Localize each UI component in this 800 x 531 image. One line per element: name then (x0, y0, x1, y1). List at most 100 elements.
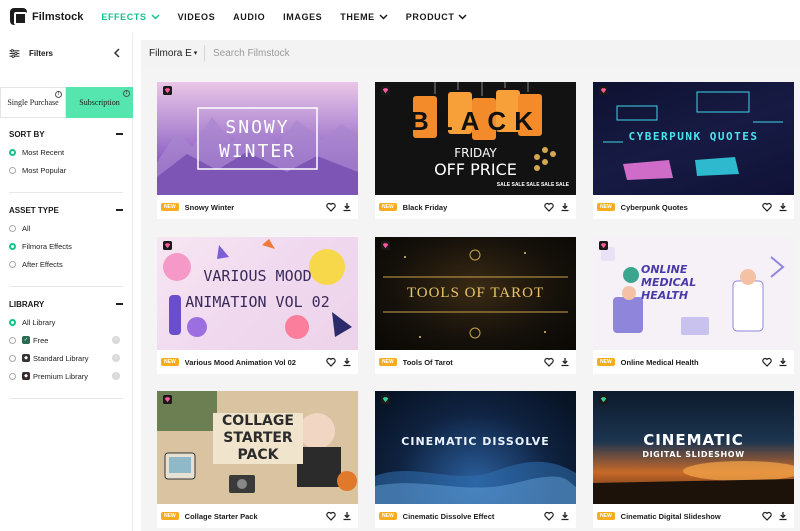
collapse-minus-icon[interactable] (116, 303, 123, 305)
card-title[interactable]: Snowy Winter (185, 203, 320, 212)
sort-by-header[interactable]: SORT BY (9, 127, 123, 141)
card-title[interactable]: Cinematic Dissolve Effect (403, 512, 538, 521)
subscription-button[interactable]: Subscription ! (66, 87, 133, 118)
radio-unselected[interactable] (9, 166, 16, 174)
chevron-down-icon (151, 13, 160, 20)
asset-type-header[interactable]: ASSET TYPE (9, 203, 123, 217)
logo[interactable]: Filmstock (10, 8, 83, 25)
radio-selected[interactable] (9, 148, 16, 156)
heart-icon[interactable] (544, 202, 554, 212)
card-title[interactable]: Various Mood Animation Vol 02 (185, 358, 320, 367)
asset-all[interactable]: All (9, 219, 123, 237)
heart-icon[interactable] (326, 202, 336, 212)
download-icon[interactable] (560, 357, 570, 367)
collapse-chevron-left-icon[interactable] (113, 48, 120, 58)
asset-card-snowy-winter[interactable]: SNOWY WINTER NEW Snowy Winter (157, 82, 358, 219)
thumbnail[interactable]: SNOWY WINTER (157, 82, 358, 195)
download-icon[interactable] (778, 357, 788, 367)
thumb-title-line: CYBERPUNK QUOTES (628, 130, 759, 143)
card-title[interactable]: Black Friday (403, 203, 538, 212)
info-icon[interactable]: i (112, 372, 120, 380)
heart-icon[interactable] (544, 357, 554, 367)
asset-after-effects[interactable]: After Effects (9, 255, 123, 273)
download-icon[interactable] (342, 511, 352, 521)
premium-gem-icon (599, 86, 608, 95)
library-standard[interactable]: ◆ Standard Library i (9, 349, 123, 367)
card-title[interactable]: Cyberpunk Quotes (621, 203, 756, 212)
radio-unselected[interactable] (9, 372, 16, 380)
logo-text: Filmstock (32, 10, 84, 23)
library-header[interactable]: LIBRARY (9, 297, 123, 311)
radio-unselected[interactable] (9, 224, 16, 232)
heart-icon[interactable] (326, 511, 336, 521)
asset-card-online-medical-health[interactable]: ONLINE MEDICAL HEALTH NEW Online Medical… (593, 237, 794, 374)
search-input[interactable]: Search Filmstock (213, 48, 290, 59)
thumbnail[interactable]: CINEMATIC DISSOLVE (375, 391, 576, 504)
radio-selected[interactable] (9, 318, 16, 326)
heart-icon[interactable] (762, 511, 772, 521)
info-icon[interactable]: ! (55, 91, 62, 98)
asset-card-cyberpunk-quotes[interactable]: CYBERPUNK QUOTES NEW Cyberpunk Quotes (593, 82, 794, 219)
new-badge: NEW (597, 203, 615, 211)
radio-selected[interactable] (9, 242, 16, 250)
nav-theme[interactable]: THEME (340, 12, 388, 22)
collapse-minus-icon[interactable] (116, 209, 123, 211)
card-footer: NEW Cyberpunk Quotes (593, 195, 794, 219)
asset-card-tools-of-tarot[interactable]: TOOLS OF TAROT NEW Tools Of Tarot (375, 237, 576, 374)
asset-card-collage-starter-pack[interactable]: COLLAGE STARTER PACK NEW Collage Starter… (157, 391, 358, 528)
radio-unselected[interactable] (9, 336, 16, 344)
asset-card-various-mood[interactable]: VARIOUS MOOD ANIMATION VOL 02 NEW Variou… (157, 237, 358, 374)
heart-icon[interactable] (326, 357, 336, 367)
asset-card-cinematic-digital-slideshow[interactable]: CINEMATIC DIGITAL SLIDESHOW NEW Cinemati… (593, 391, 794, 528)
thumbnail[interactable]: COLLAGE STARTER PACK (157, 391, 358, 504)
search-scope-dropdown[interactable]: Filmora E ▾ (141, 45, 205, 61)
option-label: Free (33, 335, 49, 345)
sort-most-popular[interactable]: Most Popular (9, 161, 123, 179)
download-icon[interactable] (342, 357, 352, 367)
download-icon[interactable] (560, 511, 570, 521)
nav-effects[interactable]: EFFECTS (101, 12, 160, 22)
heart-icon[interactable] (544, 511, 554, 521)
thumbnail[interactable]: VARIOUS MOOD ANIMATION VOL 02 (157, 237, 358, 350)
sort-most-recent[interactable]: Most Recent (9, 143, 123, 161)
premium-gem-icon (381, 241, 390, 250)
heart-icon[interactable] (762, 357, 772, 367)
nav-theme-label: THEME (340, 11, 375, 22)
library-free[interactable]: ✓ Free i (9, 331, 123, 349)
radio-unselected[interactable] (9, 354, 16, 362)
nav-images[interactable]: IMAGES (283, 12, 322, 22)
card-title[interactable]: Cinematic Digital Slideshow (621, 512, 756, 521)
asset-card-black-friday[interactable]: BLACK FRIDAY OFF PRICE SALE SALE SALE SA… (375, 82, 576, 219)
search-scope-label: Filmora E (149, 47, 192, 59)
card-title[interactable]: Online Medical Health (621, 358, 756, 367)
nav-product[interactable]: PRODUCT (406, 12, 468, 22)
thumbnail[interactable]: CINEMATIC DIGITAL SLIDESHOW (593, 391, 794, 504)
download-icon[interactable] (560, 202, 570, 212)
info-icon[interactable]: i (112, 354, 120, 362)
single-purchase-button[interactable]: Single Purchase ! (0, 87, 66, 118)
card-title[interactable]: Collage Starter Pack (185, 512, 320, 521)
thumb-title-line: HEALTH (641, 289, 689, 302)
info-icon[interactable]: i (112, 336, 120, 344)
nav-videos[interactable]: VIDEOS (178, 12, 216, 22)
radio-unselected[interactable] (9, 260, 16, 268)
info-icon[interactable]: ! (123, 90, 130, 97)
asset-card-cinematic-dissolve[interactable]: CINEMATIC DISSOLVE NEW Cinematic Dissolv… (375, 391, 576, 528)
nav-audio[interactable]: AUDIO (233, 12, 265, 22)
heart-icon[interactable] (762, 202, 772, 212)
filmstock-logo-icon (10, 8, 27, 25)
download-icon[interactable] (778, 511, 788, 521)
sort-by-title: SORT BY (9, 129, 45, 139)
library-premium[interactable]: ◆ Premium Library i (9, 367, 123, 385)
asset-filmora-effects[interactable]: Filmora Effects (9, 237, 123, 255)
collapse-minus-icon[interactable] (116, 133, 123, 135)
card-footer: NEW Snowy Winter (157, 195, 358, 219)
thumbnail[interactable]: TOOLS OF TAROT (375, 237, 576, 350)
thumbnail[interactable]: CYBERPUNK QUOTES (593, 82, 794, 195)
download-icon[interactable] (778, 202, 788, 212)
thumbnail[interactable]: ONLINE MEDICAL HEALTH (593, 237, 794, 350)
download-icon[interactable] (342, 202, 352, 212)
library-all[interactable]: All Library (9, 313, 123, 331)
card-title[interactable]: Tools Of Tarot (403, 358, 538, 367)
thumbnail[interactable]: BLACK FRIDAY OFF PRICE SALE SALE SALE SA… (375, 82, 576, 195)
